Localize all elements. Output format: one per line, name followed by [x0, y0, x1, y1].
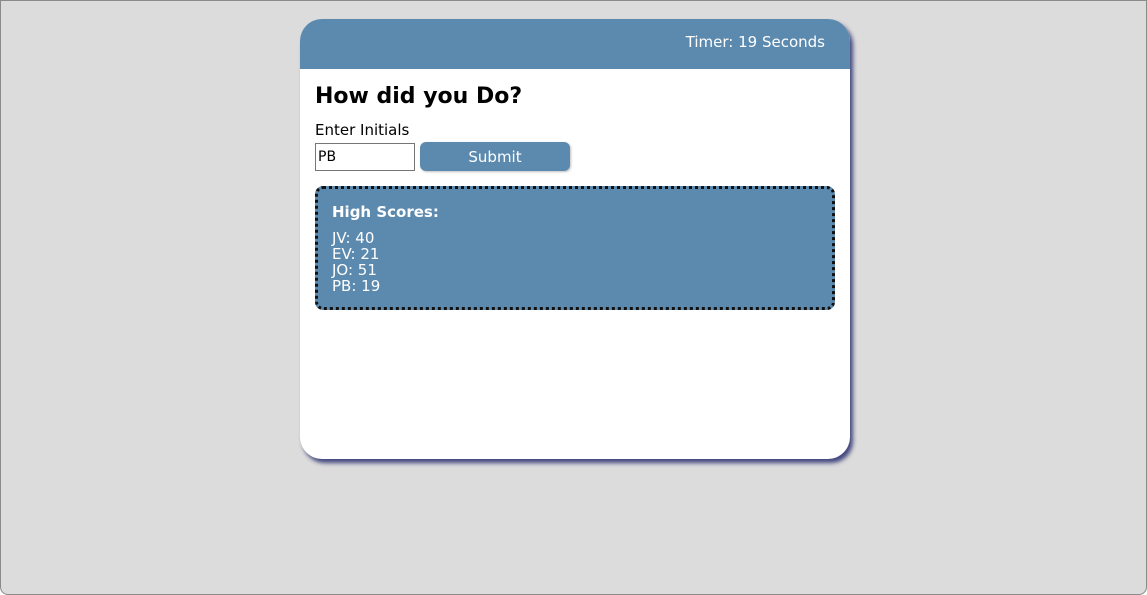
initials-input[interactable] — [315, 143, 415, 171]
high-scores-title: High Scores: — [332, 203, 439, 221]
submit-button[interactable]: Submit — [420, 142, 570, 171]
browser-viewport: Timer: 19 Seconds How did you Do? Enter … — [0, 0, 1147, 595]
score-entry: PB: 19 — [332, 277, 381, 295]
high-scores-list: JV: 40 EV: 21 JO: 51 PB: 19 — [332, 230, 818, 294]
score-entry: JV: 40 — [332, 229, 375, 247]
timer-display: Timer: 19 Seconds — [685, 33, 825, 51]
high-scores-panel: High Scores: JV: 40 EV: 21 JO: 51 PB: 19 — [315, 186, 835, 310]
score-entry: EV: 21 — [332, 245, 380, 263]
initials-label: Enter Initials — [315, 121, 410, 139]
quiz-card: Timer: 19 Seconds How did you Do? Enter … — [300, 19, 850, 459]
score-entry: JO: 51 — [332, 261, 377, 279]
card-header: Timer: 19 Seconds — [300, 19, 850, 69]
page-title: How did you Do? — [315, 84, 523, 109]
